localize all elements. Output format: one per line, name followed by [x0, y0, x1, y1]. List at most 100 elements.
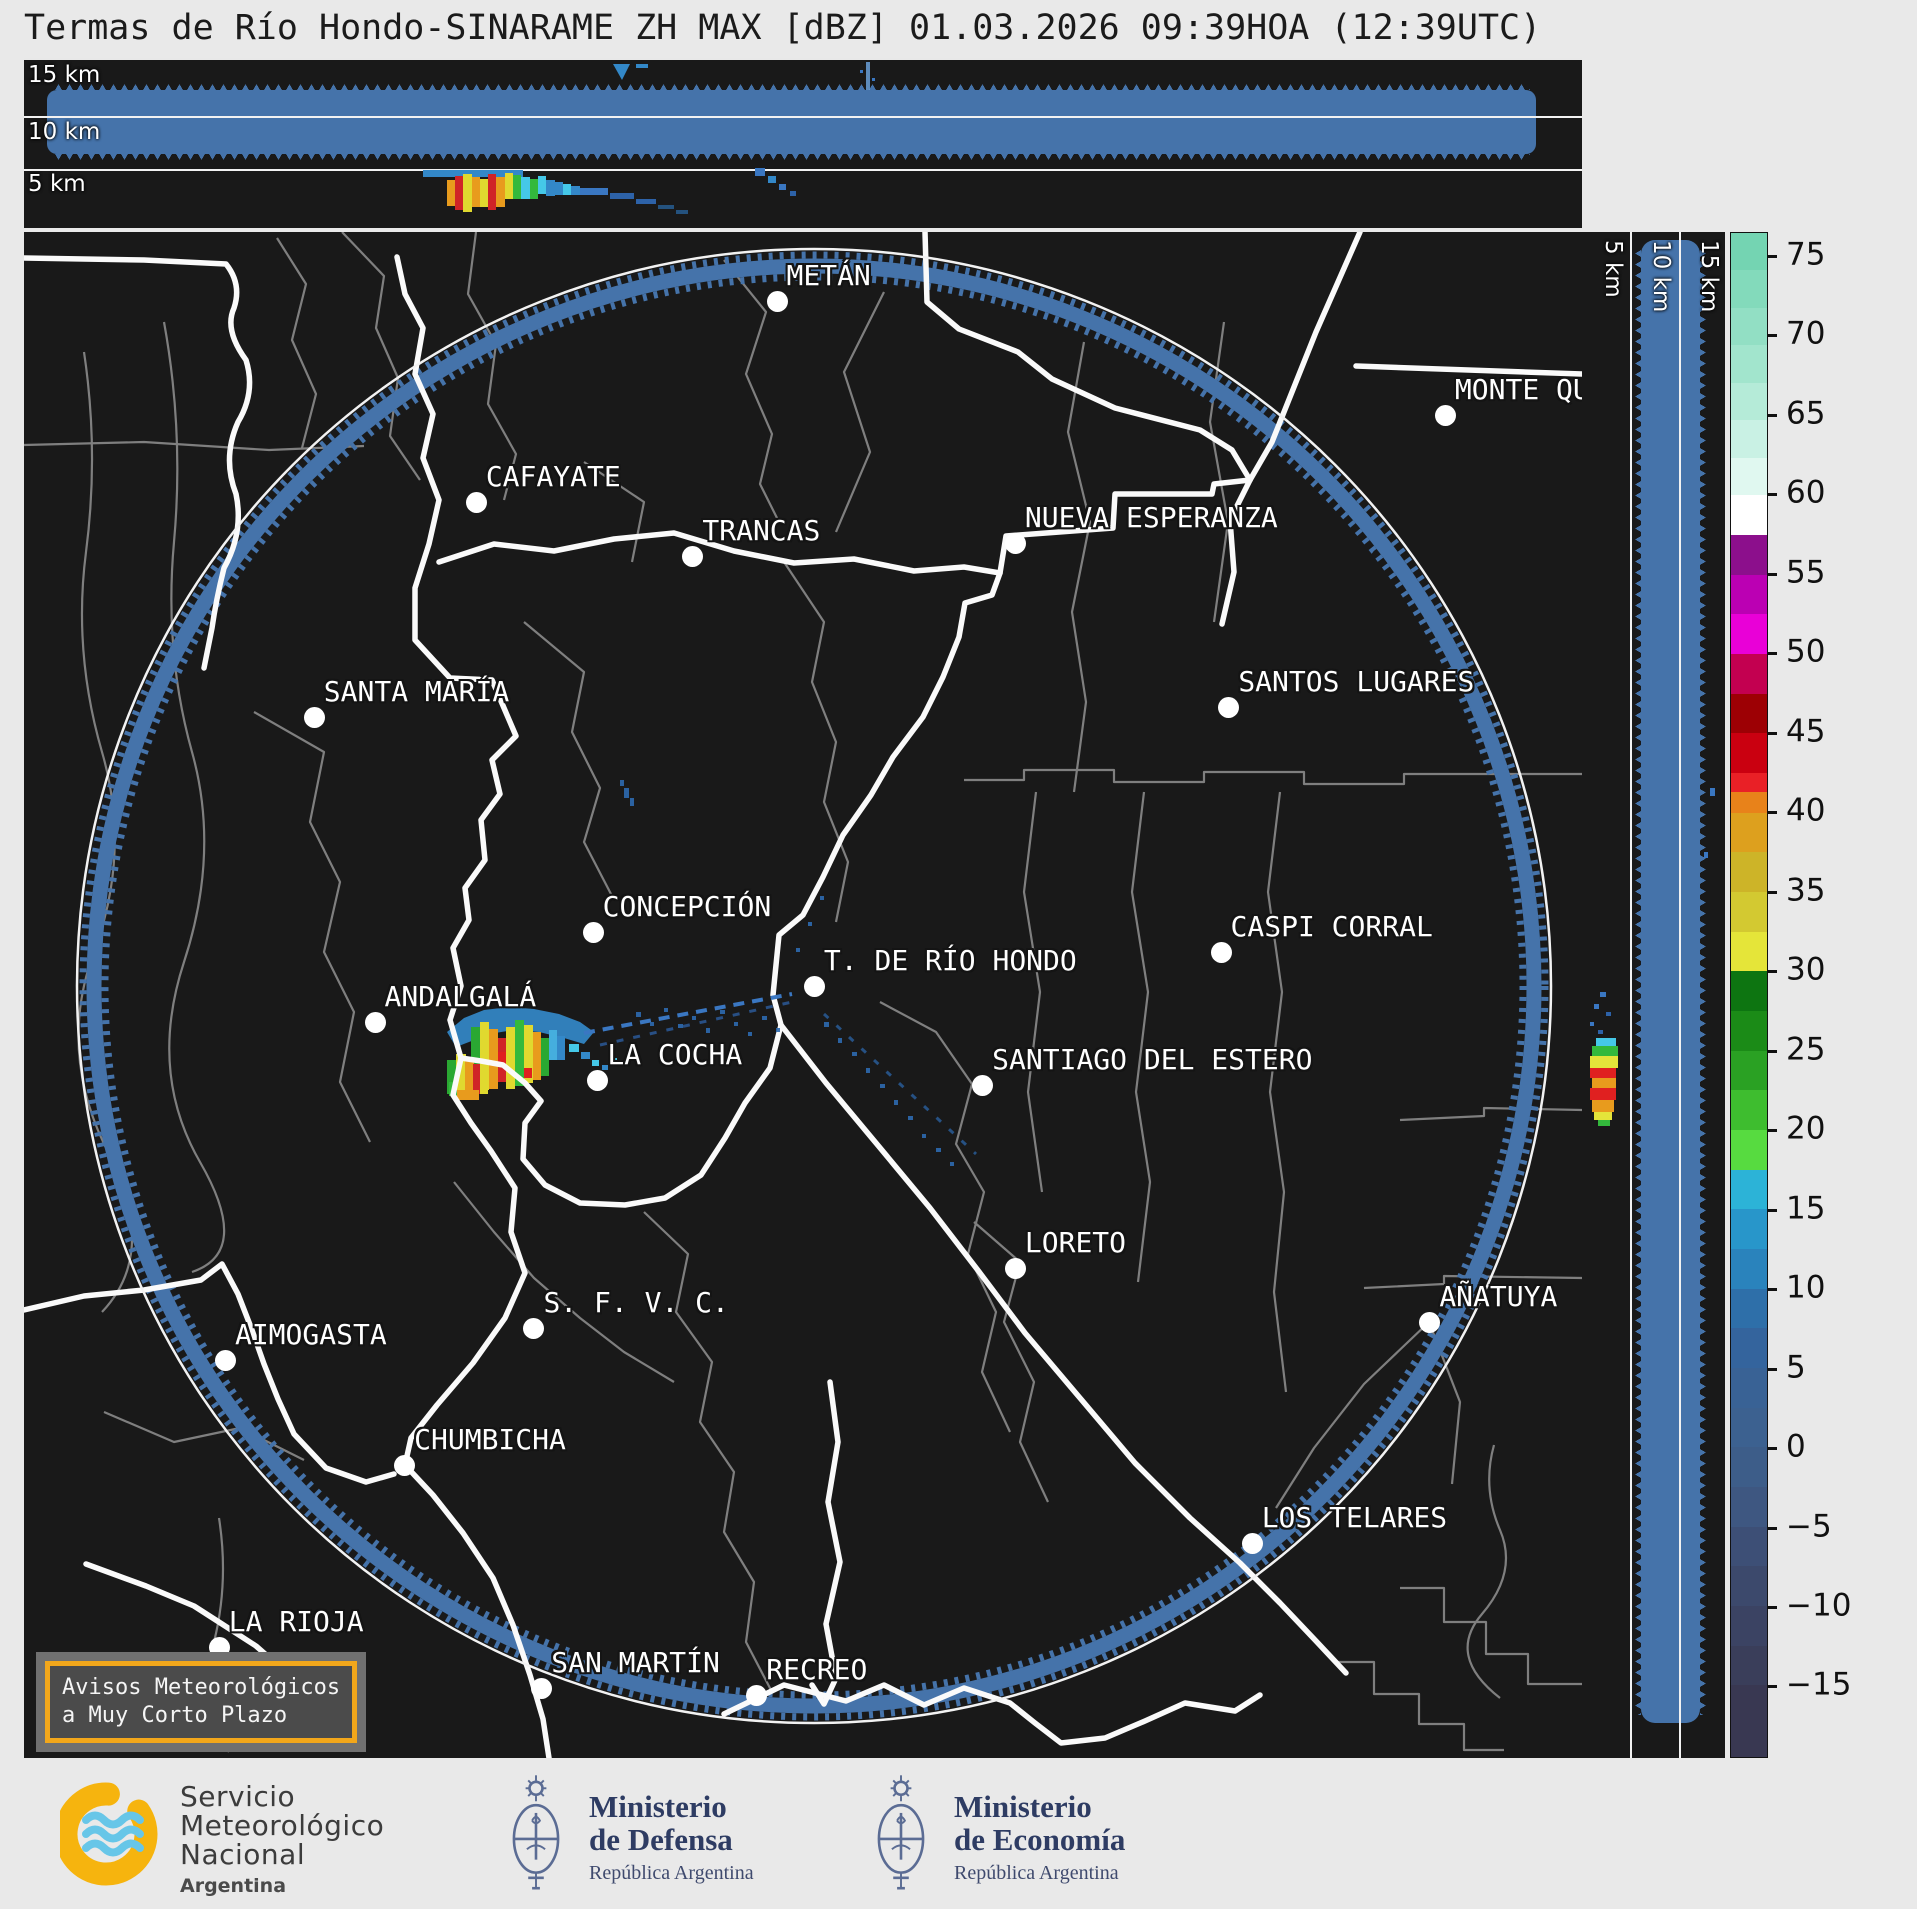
tick-label: 75: [1786, 236, 1826, 273]
city-dot: [531, 1677, 553, 1699]
city-dot: [803, 975, 825, 997]
city-label: SANTIAGO DEL ESTERO: [992, 1043, 1313, 1077]
tick-label: 50: [1786, 633, 1826, 670]
city-label: CHUMBICHA: [414, 1423, 566, 1456]
echo-specks-ew: [613, 62, 875, 196]
city-label: CONCEPCIÓN: [602, 890, 772, 924]
border-tucuman: [436, 530, 1003, 1208]
storm-echo-ns: [1590, 788, 1715, 1126]
tick-label: 70: [1786, 315, 1826, 352]
tick-mark-icon: [1768, 890, 1777, 894]
city-label: AÑATUYA: [1439, 1279, 1558, 1313]
smn-line-1: Servicio: [180, 1780, 296, 1813]
city-label: LOS TELARES: [1261, 1500, 1448, 1534]
city-label: TRANCAS: [702, 513, 821, 547]
tick-label: 55: [1786, 554, 1826, 591]
city-label: MONTE QUEMADO: [1454, 373, 1582, 407]
ew-cross-section-panel: 15 km 10 km 5 km: [24, 58, 1582, 228]
city-dot: [1218, 696, 1240, 718]
tick-mark-icon: [1768, 1288, 1777, 1292]
colorbar-ticks: 75 70 65 60 55 50 45 40 35 30 25 20 15 1…: [1730, 232, 1851, 1758]
tick-mark-icon: [1768, 1526, 1777, 1530]
tick-label: 10: [1786, 1269, 1826, 1306]
city-label: SANTA MARÍA: [323, 675, 510, 709]
smn-logo-icon: [60, 1782, 158, 1886]
tick-mark-icon: [1768, 1685, 1777, 1689]
tick-label: −5: [1786, 1508, 1832, 1545]
city-dot: [1419, 1311, 1441, 1333]
tick-mark-icon: [1768, 731, 1777, 735]
city-label: AIMOGASTA: [234, 1317, 387, 1351]
tick-mark-icon: [1768, 572, 1777, 576]
city-label: LA RIOJA: [228, 1604, 364, 1638]
city-dot: [1210, 942, 1232, 964]
map-panel: METÁN MONTE QUEMADO CAFAYATE TRANCAS NUE…: [24, 232, 1582, 1758]
city-dot: [582, 922, 604, 944]
tick-mark-icon: [1768, 493, 1777, 497]
tick-label: 35: [1786, 872, 1826, 909]
coat-of-arms-icon: [877, 1775, 925, 1890]
city-label: ANDALGALÁ: [384, 980, 537, 1014]
tick-label: 0: [1786, 1428, 1806, 1465]
ministry-line-1: Ministerio: [589, 1789, 727, 1824]
tick-label: 25: [1786, 1031, 1826, 1068]
city-dot: [1434, 405, 1456, 427]
warning-line-2: a Muy Corto Plazo: [62, 1703, 288, 1728]
city-label: RECREO: [766, 1653, 868, 1687]
city-label: METÁN: [786, 258, 871, 292]
city-label: NUEVA ESPERANZA: [1024, 501, 1278, 535]
city-dot: [1004, 1258, 1026, 1280]
smn-line-4: Argentina: [180, 1875, 287, 1897]
city-label: CAFAYATE: [485, 460, 621, 494]
ministry-line-2: de Economía: [954, 1822, 1126, 1857]
ns-cross-section-panel: 5 km 10 km 15 km: [1582, 232, 1725, 1758]
tick-label: 40: [1786, 792, 1826, 829]
tick-label: −10: [1786, 1587, 1852, 1624]
tick-label: −15: [1786, 1666, 1852, 1703]
warning-line-1: Avisos Meteorológicos: [62, 1675, 341, 1700]
coat-of-arms-icon: [512, 1775, 560, 1890]
ministry-line-3: República Argentina: [589, 1862, 754, 1884]
city-dot: [465, 492, 487, 514]
city-dot: [682, 545, 704, 567]
smn-wordmark: Servicio Meteorológico Nacional Argentin…: [180, 1782, 384, 1897]
city-label: LA COCHA: [607, 1038, 743, 1072]
colorbar: 75 70 65 60 55 50 45 40 35 30 25 20 15 1…: [1730, 232, 1851, 1758]
ministry-defensa-text: Ministerio de Defensa República Argentin…: [589, 1790, 754, 1885]
tick-label: 60: [1786, 474, 1826, 511]
tick-mark-icon: [1768, 1049, 1777, 1053]
ministry-line-2: de Defensa: [589, 1822, 733, 1857]
tick-mark-icon: [1768, 652, 1777, 656]
page-title: Termas de Río Hondo-SINARAME ZH MAX [dBZ…: [24, 8, 1542, 48]
ew-echo-graphics: [423, 62, 875, 214]
tick-mark-icon: [1768, 254, 1777, 258]
smn-line-2: Meteorológico: [180, 1809, 385, 1842]
city-dot: [303, 707, 325, 729]
tick-mark-icon: [1768, 413, 1777, 417]
tick-mark-icon: [1768, 970, 1777, 974]
city-label: LORETO: [1024, 1226, 1127, 1260]
city-dot: [766, 290, 788, 312]
tick-mark-icon: [1768, 1367, 1777, 1371]
footer: Servicio Meteorológico Nacional Argentin…: [0, 1758, 1917, 1909]
tick-mark-icon: [1768, 1447, 1777, 1451]
tick-label: 30: [1786, 951, 1826, 988]
city-dot: [364, 1012, 386, 1034]
city-label: CASPI CORRAL: [1230, 910, 1433, 944]
city-dot: [214, 1349, 236, 1371]
tick-label: 15: [1786, 1190, 1826, 1227]
tick-label: 5: [1786, 1349, 1806, 1386]
city-label: SAN MARTÍN: [551, 1645, 720, 1679]
ministry-line-3: República Argentina: [954, 1862, 1119, 1884]
warning-box: Avisos Meteorológicos a Muy Corto Plazo: [36, 1652, 366, 1752]
tick-mark-icon: [1768, 1208, 1777, 1212]
city-dot: [394, 1455, 416, 1476]
tick-mark-icon: [1768, 1605, 1777, 1609]
city-dot: [1241, 1532, 1263, 1554]
ns-echo-graphics: [1590, 788, 1715, 1126]
warning-box-inner: Avisos Meteorológicos a Muy Corto Plazo: [45, 1661, 357, 1743]
city-label: S. F. V. C.: [543, 1285, 729, 1319]
tick-mark-icon: [1768, 334, 1777, 338]
tick-mark-icon: [1768, 1129, 1777, 1133]
tick-mark-icon: [1768, 811, 1777, 815]
